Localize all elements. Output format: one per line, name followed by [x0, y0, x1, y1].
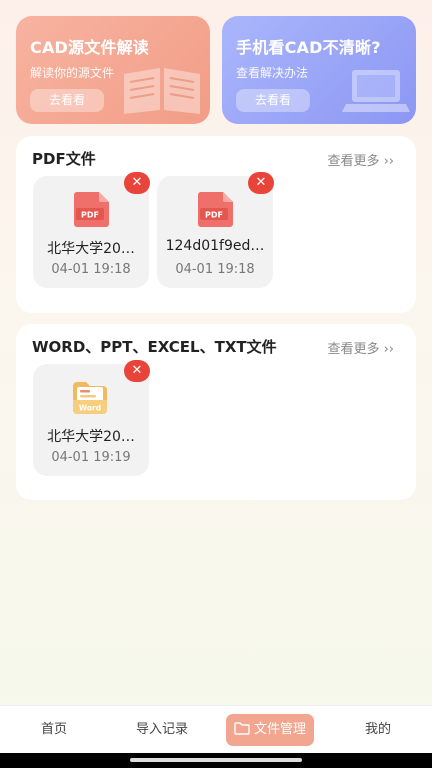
go-see-button[interactable]: 去看看: [30, 89, 104, 112]
folder-icon: [234, 722, 250, 735]
delete-icon[interactable]: ✕: [124, 360, 150, 382]
laptop-icon: [342, 70, 410, 112]
go-see-button[interactable]: 去看看: [236, 89, 310, 112]
pdf-label: PDF: [81, 211, 99, 220]
view-more-link[interactable]: 查看更多 ››: [327, 150, 394, 169]
pdf-label: PDF: [205, 211, 223, 220]
cad-source-banner[interactable]: CAD源文件解读 解读你的源文件 去看看: [16, 16, 210, 124]
word-label: Word: [79, 404, 101, 413]
open-book-icon: [124, 68, 200, 114]
file-time: 04-01 19:18: [51, 262, 131, 277]
banner-title: 手机看CAD不清晰?: [236, 38, 381, 57]
file-name: 北华大学20…: [47, 429, 135, 445]
pdf-file-icon: PDF: [198, 192, 233, 227]
file-name: 124d01f9ed…: [165, 238, 265, 254]
file-time: 04-01 19:18: [175, 262, 255, 277]
pdf-file-icon: PDF: [74, 192, 109, 227]
view-more-link[interactable]: 查看更多 ››: [327, 338, 394, 357]
file-time: 04-01 19:19: [51, 450, 131, 465]
tab-home[interactable]: 首页: [14, 706, 94, 754]
section-title: WORD、PPT、EXCEL、TXT文件: [32, 338, 277, 356]
section-title: PDF文件: [32, 150, 96, 168]
bottom-nav: 首页 导入记录 文件管理 我的: [0, 705, 432, 753]
delete-icon[interactable]: ✕: [248, 172, 274, 194]
tab-import-records[interactable]: 导入记录: [122, 706, 202, 754]
mobile-cad-help-banner[interactable]: 手机看CAD不清晰? 查看解决办法 去看看: [222, 16, 416, 124]
pdf-files-card: PDF文件 查看更多 ›› PDF 北华大学20… 04-01 19:18 ✕ …: [16, 136, 416, 313]
system-home-bar: [0, 753, 432, 768]
word-folder-icon: Word: [73, 382, 107, 414]
delete-icon[interactable]: ✕: [124, 172, 150, 194]
tab-label: 文件管理: [253, 722, 306, 737]
banner-title: CAD源文件解读: [30, 38, 150, 57]
tab-mine[interactable]: 我的: [338, 706, 418, 754]
office-files-card: WORD、PPT、EXCEL、TXT文件 查看更多 ›› Word 北华大学20…: [16, 324, 416, 500]
tab-file-management[interactable]: 文件管理: [226, 714, 314, 746]
file-name: 北华大学20…: [47, 241, 135, 257]
home-indicator[interactable]: [130, 758, 302, 762]
